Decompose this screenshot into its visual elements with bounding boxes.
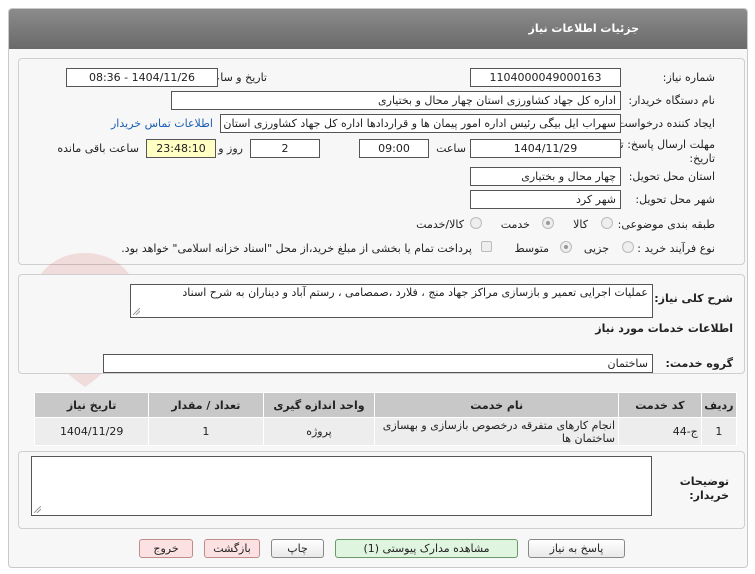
process-radio-medium[interactable]: [560, 241, 572, 253]
table-row: 1 ج-44 انجام کارهای متفرقه درخصوص بازساز…: [33, 417, 738, 446]
category-option-service: خدمت: [500, 218, 530, 231]
category-radio-goods[interactable]: [601, 217, 613, 229]
summary-resize-handle[interactable]: [133, 308, 140, 315]
notes-label: توضیحات: [679, 475, 729, 488]
remaining-time-field: 23:48:10: [146, 139, 216, 158]
service-group-label: گروه خدمت:: [665, 357, 733, 370]
city-field: شهر کرد: [470, 190, 621, 209]
announce-field: 1404/11/26 - 08:36: [66, 68, 218, 87]
panel-title: جزئیات اطلاعات نیاز: [528, 22, 640, 35]
creator-label: ایجاد کننده درخواست:: [613, 117, 715, 130]
services-table-header: ردیف کد خدمت نام خدمت واحد اندازه گیری ت…: [33, 392, 738, 418]
need-number-label: شماره نیاز:: [662, 71, 715, 84]
back-button[interactable]: بازگشت: [204, 539, 260, 558]
process-label: نوع فرآیند خرید :: [637, 242, 715, 255]
deadline-date-field: 1404/11/29: [470, 139, 621, 158]
category-radio-goods-service[interactable]: [470, 217, 482, 229]
process-radio-minor[interactable]: [622, 241, 634, 253]
col-service-code: کد خدمت: [618, 392, 702, 418]
cell-service-code: ج-44: [618, 417, 702, 446]
print-button[interactable]: چاپ: [271, 539, 324, 558]
notes-label-buyer: خریدار:: [689, 489, 729, 502]
summary-textarea[interactable]: عملیات اجرایی تعمیر و بازسازی مراکز جهاد…: [130, 284, 653, 318]
col-service-name: نام خدمت: [374, 392, 620, 418]
category-radio-service[interactable]: [542, 217, 554, 229]
remaining-label: ساعت باقی مانده: [57, 142, 139, 155]
city-label: شهر محل تحویل:: [635, 193, 715, 206]
cell-unit: پروژه: [262, 417, 376, 446]
col-unit: واحد اندازه گیری: [262, 392, 376, 418]
exit-button[interactable]: خروج: [139, 539, 193, 558]
col-need-date: تاریخ نیاز: [33, 392, 150, 418]
buyer-notes-textarea[interactable]: [31, 456, 652, 516]
category-label: طبقه بندی موضوعی:: [617, 218, 715, 231]
province-field: چهار محال و بختیاری: [470, 167, 621, 186]
process-option-medium: متوسط: [514, 242, 549, 255]
need-number-field: 1104000049000163: [470, 68, 621, 87]
category-option-goods: کالا: [573, 218, 588, 231]
col-row-number: ردیف: [700, 392, 738, 418]
reply-to-need-button[interactable]: پاسخ به نیاز: [528, 539, 625, 558]
services-section-title: اطلاعات خدمات مورد نیاز: [595, 322, 733, 335]
buyer-org-label: نام دستگاه خریدار:: [628, 94, 715, 107]
panel-header: جزئیات اطلاعات نیاز: [9, 9, 747, 49]
buyer-org-field: اداره کل جهاد کشاورزی استان چهار محال و …: [171, 91, 621, 110]
creator-field: سهراب ایل بیگی رئیس اداره امور پیمان ها …: [220, 114, 621, 133]
deadline-time-field: 09:00: [359, 139, 429, 158]
need-info-box: [18, 58, 745, 265]
cell-need-date: 1404/11/29: [33, 417, 150, 446]
cell-service-name: انجام کارهای متفرقه درخصوص بازسازی و بهس…: [374, 417, 620, 446]
payment-note: پرداخت تمام یا بخشی از مبلغ خرید،از محل …: [121, 242, 472, 255]
services-table: ردیف کد خدمت نام خدمت واحد اندازه گیری ت…: [33, 392, 738, 446]
col-quantity: تعداد / مقدار: [148, 392, 264, 418]
summary-label: شرح کلی نیاز:: [654, 292, 733, 305]
category-option-goods-service: کالا/خدمت: [416, 218, 464, 231]
deadline-label: مهلت ارسال پاسخ: تا: [617, 138, 715, 151]
cell-row-number: 1: [700, 417, 738, 446]
deadline-label-date: تاریخ:: [689, 152, 715, 165]
deadline-time-label: ساعت: [436, 142, 466, 155]
cell-quantity: 1: [148, 417, 264, 446]
process-option-minor: جزیی: [583, 242, 609, 255]
notes-resize-handle[interactable]: [34, 506, 41, 513]
view-attachments-button[interactable]: مشاهده مدارک پیوستی (1): [335, 539, 518, 558]
province-label: استان محل تحویل:: [628, 170, 715, 183]
days-field: 2: [250, 139, 320, 158]
treasury-payment-checkbox[interactable]: [481, 241, 492, 252]
buyer-contact-link[interactable]: اطلاعات تماس خریدار: [111, 117, 213, 130]
days-label: روز و: [218, 142, 243, 155]
service-group-field: ساختمان: [103, 354, 653, 373]
